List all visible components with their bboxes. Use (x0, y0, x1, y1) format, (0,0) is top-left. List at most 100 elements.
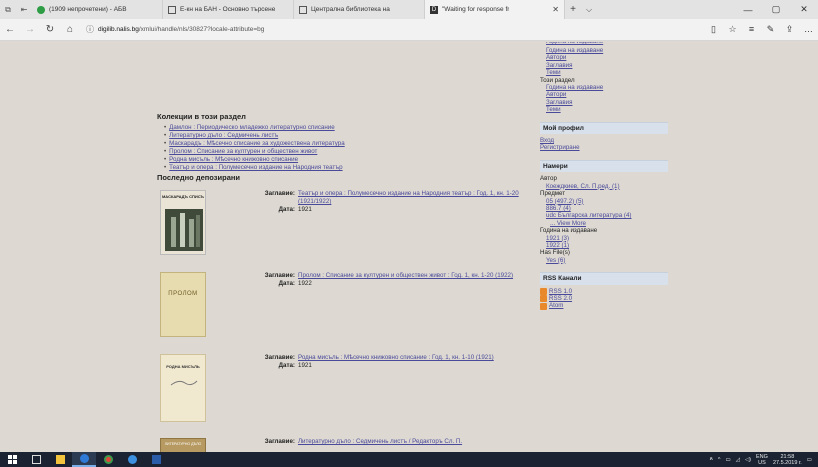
share-icon[interactable]: ⇪ (780, 24, 799, 35)
forward-icon[interactable]: → (20, 24, 40, 35)
sidebar-link[interactable]: Заглавия (546, 62, 668, 69)
date-label: Дата: (278, 206, 295, 214)
item-date: 1922 (298, 280, 312, 288)
notifications-icon[interactable]: ▭ (807, 457, 812, 463)
maximize-icon[interactable]: ▢ (762, 0, 790, 19)
browser-tab[interactable]: (1909 непрочетени) - АБВ (32, 0, 163, 19)
cover-art (170, 380, 198, 386)
refresh-icon[interactable]: ↻ (40, 24, 60, 35)
collection-link[interactable]: Дамлон : Периодическо младежко литератур… (169, 124, 335, 131)
tab-title: (1909 непрочетени) - АБВ (49, 6, 127, 13)
tab-favicon-icon: D (430, 5, 438, 14)
facet-value[interactable]: udc Българска литература (4) (546, 212, 668, 219)
tab-bar: ⧉ ⇤ (1909 непрочетени) - АБВ Е-кн на БАН… (0, 0, 818, 19)
facet-label: Предмет (540, 190, 566, 198)
network-icon[interactable]: ◿ (736, 457, 740, 463)
url-field[interactable]: ⓘ digilib.nalis.bg/xmlui/handle/nls/3082… (86, 24, 646, 35)
lang-code: ENG (756, 453, 768, 460)
sidebar-link[interactable]: Година на издаване (546, 47, 668, 54)
people-icon[interactable]: ጰ (710, 456, 713, 463)
blue-app-icon[interactable] (120, 452, 144, 467)
facet-value[interactable]: 886.7 (4) (546, 205, 668, 212)
notes-pen-icon[interactable]: ✎ (761, 24, 780, 35)
cover-thumbnail[interactable]: ЛИТЕРАТУРНО ДѢЛО (160, 438, 206, 452)
list-item: Пролом : Списание за културен и обществе… (164, 148, 345, 156)
clock[interactable]: 21:58 27.5.2019 г. (773, 454, 802, 466)
rss-icon (540, 295, 547, 303)
login-link[interactable]: Вход (540, 137, 668, 144)
tab-favicon-icon (168, 5, 176, 14)
list-item: Дамлон : Периодическо младежко литератур… (164, 124, 345, 132)
battery-icon[interactable]: ▭ (726, 457, 731, 463)
browser-tab[interactable]: Е-кн на БАН - Основно търсене (163, 0, 294, 19)
close-window-icon[interactable]: ✕ (790, 0, 818, 19)
tab-list-chevron-icon[interactable]: ⌵ (581, 0, 597, 19)
sidebar-link[interactable]: Автори (546, 91, 668, 98)
edge-browser-icon[interactable] (72, 452, 96, 467)
tab-title: Централна библиотека на (311, 6, 390, 13)
facet-value[interactable]: 1921 (3) (546, 235, 668, 242)
tab-back-icon[interactable]: ⇤ (16, 0, 32, 19)
sidebar-link[interactable]: Теми (546, 69, 668, 76)
tab-favicon-icon (299, 5, 307, 14)
more-menu-icon[interactable]: … (799, 24, 818, 35)
collection-link[interactable]: Театър и опера : Полумесечно издание на … (169, 164, 342, 171)
url-path: /xmlui/handle/nls/30827?locale-attribute… (138, 26, 265, 33)
start-windows-icon[interactable] (0, 452, 24, 467)
clock-date: 27.5.2019 г. (772, 459, 802, 466)
back-icon[interactable]: ← (0, 24, 20, 35)
item-title-link[interactable]: Родна мисъль : Мѣсечно книжовно списание… (298, 354, 527, 362)
rss-link[interactable]: Atom (549, 302, 563, 309)
item-title-link[interactable]: Пролом : Списание за културен и обществе… (298, 272, 527, 280)
volume-icon[interactable]: ◁) (745, 457, 751, 463)
recent-heading: Последно депозирани (157, 173, 241, 182)
discover-heading: Намери (540, 159, 668, 173)
cover-thumbnail[interactable]: РОДНА МИСЪЛЬ (160, 354, 206, 422)
rss-icon (540, 302, 547, 310)
chrome-icon[interactable] (96, 452, 120, 467)
facet-value[interactable]: 1922 (1) (546, 242, 668, 249)
info-icon: ⓘ (86, 25, 94, 34)
list-item: Литературно дъло : Седмичень листъ (164, 132, 345, 140)
sidebar: Година на издаване Година на издаване Ав… (540, 42, 668, 310)
tab-overview-icon[interactable]: ⧉ (0, 0, 16, 19)
word-icon[interactable] (144, 452, 168, 467)
file-explorer-icon[interactable] (48, 452, 72, 467)
collection-link[interactable]: Родна мисъль : Мѣсечно книжовно списание (169, 156, 298, 163)
facet-value[interactable]: 05 (497.2) (5) (546, 198, 668, 205)
register-link[interactable]: Регистриране (540, 144, 668, 151)
reading-view-icon[interactable]: ▯ (704, 24, 723, 35)
sidebar-link[interactable]: Автори (546, 54, 668, 61)
browser-tab-active[interactable]: D "Waiting for response fr ✕ (425, 0, 565, 19)
language-indicator[interactable]: ENG US (756, 454, 768, 466)
collection-link[interactable]: Пролом : Списание за културен и обществе… (169, 148, 317, 155)
favorites-hub-icon[interactable]: ≡ (742, 24, 761, 35)
cover-thumbnail[interactable]: ПРОЛОМ (160, 272, 206, 337)
sidebar-link[interactable]: Теми (546, 106, 668, 113)
home-icon[interactable]: ⌂ (60, 24, 80, 35)
rss-link[interactable]: RSS 2.0 (549, 295, 572, 302)
tray-chevron-icon[interactable]: ^ (718, 457, 721, 463)
task-view-icon[interactable] (24, 452, 48, 467)
list-item: Родна мисъль : Мѣсечно книжовно списание (164, 156, 345, 164)
sidebar-link[interactable]: Заглавия (546, 99, 668, 106)
facet-value[interactable]: Коеждкиев, Сл. П.ред. (1) (546, 183, 668, 190)
close-tab-icon[interactable]: ✕ (552, 5, 559, 14)
item-title-link[interactable]: Театър и опера : Полумесечно издание на … (298, 190, 527, 206)
view-more-link[interactable]: ... View More (546, 220, 668, 227)
rss-icon (540, 287, 547, 295)
favorite-star-icon[interactable]: ☆ (723, 24, 742, 35)
this-section-label: Този раздел (540, 76, 575, 84)
minimize-icon[interactable]: — (734, 0, 762, 19)
new-tab-icon[interactable]: + (565, 0, 581, 19)
cover-label: РОДНА МИСЪЛЬ (166, 364, 200, 369)
facet-value[interactable]: Yes (6) (546, 257, 668, 264)
cover-thumbnail[interactable]: МАСКАРАДЪ СПИСЪ (160, 190, 206, 255)
rss-link[interactable]: RSS 1.0 (549, 288, 572, 295)
taskbar: ጰ ^ ▭ ◿ ◁) ENG US 21:58 27.5.2019 г. ▭ (0, 452, 818, 467)
sidebar-link[interactable]: Година на издаване (546, 84, 668, 91)
collection-link[interactable]: Литературно дъло : Седмичень листъ (169, 132, 278, 139)
collection-link[interactable]: Маскарадъ : Мѣсечно списание за художест… (169, 140, 345, 147)
browser-tab[interactable]: Централна библиотека на (294, 0, 425, 19)
item-title-link[interactable]: Литературно дъло : Седмичень листъ / Ред… (298, 438, 527, 446)
